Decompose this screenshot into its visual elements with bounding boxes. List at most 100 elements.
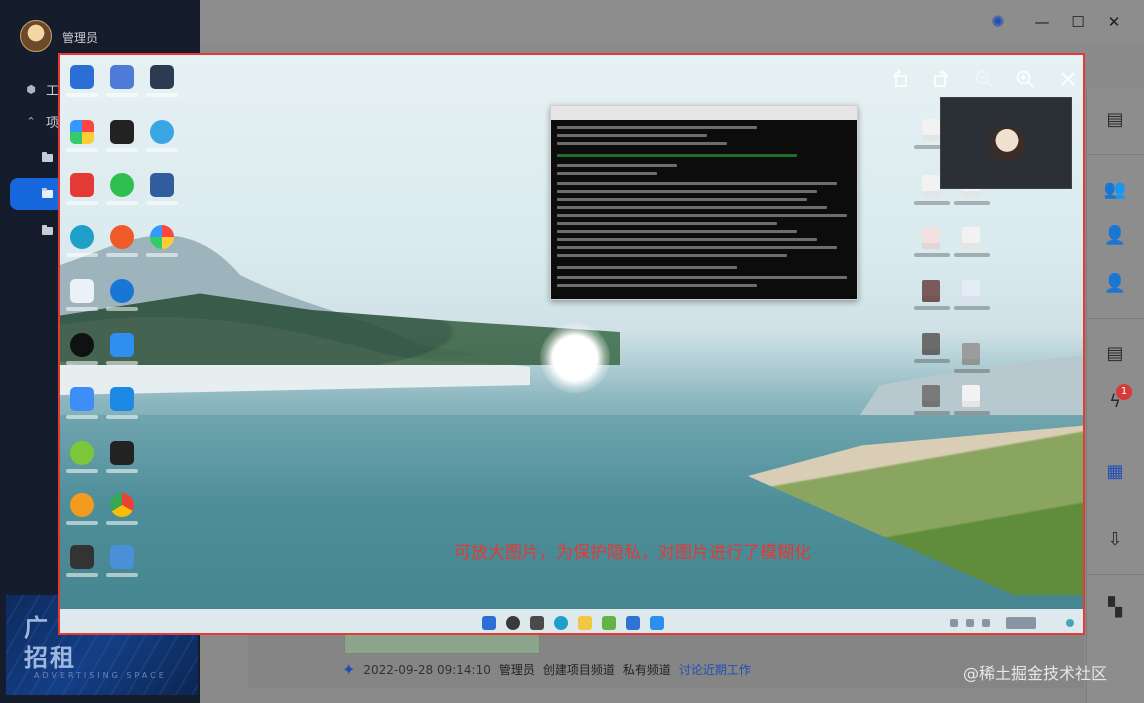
app-icon (106, 545, 138, 577)
feed-action: 创建项目频道 (542, 663, 615, 677)
feed-channel-link[interactable]: 讨论近期工作 (679, 661, 751, 678)
feed-channel-type: 私有频道 (622, 663, 671, 677)
username: 管理员 (62, 31, 99, 45)
feed-actor: 管理员 (498, 663, 535, 677)
terminal-line (557, 214, 847, 217)
document-icon[interactable]: ▤ (1103, 108, 1127, 132)
image-viewer[interactable]: 可放大图片，为保护隐私，对图片进行了模糊化 (58, 53, 1085, 635)
file-icon (914, 280, 950, 310)
zoom-out-icon[interactable] (972, 67, 996, 91)
app-icon (146, 173, 178, 205)
desktop-taskbar (60, 609, 1083, 633)
app-icon (106, 120, 138, 152)
avatar[interactable] (20, 20, 52, 52)
rotate-left-icon[interactable] (888, 67, 912, 91)
close-icon[interactable] (1056, 67, 1080, 91)
divider (1087, 318, 1144, 319)
app-icon (66, 387, 98, 419)
terminal-line (557, 164, 677, 167)
terminal-line (557, 206, 827, 209)
app-icon (66, 173, 98, 205)
app-icon (106, 333, 138, 365)
terminal-window (550, 105, 858, 300)
app-icon (66, 441, 98, 473)
minimize-icon[interactable]: — (1030, 10, 1054, 34)
chevron-up-icon: ⌃ (26, 115, 36, 128)
right-rail: ▤ 👥 👤 👤 ▤ ϟ ▦ ⇩ ▚ (1086, 88, 1144, 703)
terminal-line (557, 230, 797, 233)
folder-icon (42, 188, 53, 198)
sidebar-item-workbench[interactable]: ⬢ 工 (24, 80, 59, 99)
bug-icon[interactable]: ✺ (986, 10, 1010, 34)
title-bar: ✺ — ☐ ✕ (200, 0, 1144, 44)
task-icon[interactable]: ▦ (1103, 460, 1127, 484)
tray-icon (982, 619, 990, 627)
ad-caption: ADVERTISING SPACE (34, 671, 167, 680)
video-participant (989, 126, 1025, 162)
task-view-icon (530, 616, 544, 630)
download-icon[interactable]: ⇩ (1103, 528, 1127, 552)
terminal-line (557, 198, 807, 201)
file-icon (914, 175, 950, 205)
sidebar-item-projects[interactable]: ⌃ 项 (24, 112, 59, 131)
terminal-line (557, 222, 777, 225)
app-icon (66, 225, 98, 257)
file-icon (954, 343, 990, 373)
terminal-line (557, 134, 707, 137)
users-icon[interactable]: 👥 (1103, 178, 1127, 202)
file-icon (954, 280, 990, 310)
app-icon (106, 441, 138, 473)
file-icon (914, 227, 950, 257)
app-icon (106, 279, 138, 311)
user-add-icon[interactable]: 👤 (1103, 224, 1127, 248)
notification-icon (1066, 619, 1074, 627)
terminal-line (557, 142, 727, 145)
app-icon (106, 65, 138, 97)
tray-icon (950, 619, 958, 627)
terminal-line (557, 284, 757, 287)
terminal-line (557, 172, 657, 175)
terminal-line (557, 266, 737, 269)
sun (540, 323, 610, 393)
app-icon (66, 65, 98, 97)
folder-icon[interactable] (42, 225, 53, 235)
file-icon (914, 385, 950, 415)
terminal-line (557, 246, 837, 249)
app-icon (106, 225, 138, 257)
app-icon (602, 616, 616, 630)
start-icon (482, 616, 496, 630)
video-call-tile (940, 97, 1072, 189)
file-icon (954, 385, 990, 415)
terminal-line (557, 190, 817, 193)
maximize-icon[interactable]: ☐ (1066, 10, 1090, 34)
app-icon (626, 616, 640, 630)
terminal-line (557, 182, 837, 185)
tray-icon (966, 619, 974, 627)
feed-message: ✦ 2022-09-28 09:14:10 管理员 创建项目频道 私有频道 讨论… (342, 660, 751, 679)
app-icon (146, 225, 178, 257)
file-icon (954, 227, 990, 257)
cube-icon: ⬢ (26, 83, 36, 96)
close-icon[interactable]: ✕ (1102, 10, 1126, 34)
folder-icon (578, 616, 592, 630)
user-check-icon[interactable]: 👤 (1103, 272, 1127, 296)
apps-icon[interactable]: ▚ (1103, 596, 1127, 620)
app-icon (146, 120, 178, 152)
rotate-right-icon[interactable] (929, 67, 953, 91)
feed-app-icon: ✦ (342, 660, 356, 679)
folder-icon[interactable] (42, 152, 53, 162)
zoom-in-icon[interactable] (1013, 67, 1037, 91)
app-icon (650, 616, 664, 630)
divider (1087, 154, 1144, 155)
notification-badge: 1 (1116, 384, 1132, 400)
app-icon (66, 493, 98, 525)
terminal-line (557, 154, 797, 157)
terminal-line (557, 276, 847, 279)
app-icon (66, 545, 98, 577)
watermark: @稀土掘金技术社区 (963, 664, 1108, 683)
note-icon[interactable]: ▤ (1103, 342, 1127, 366)
app-icon (66, 333, 98, 365)
clock (1006, 617, 1036, 629)
viewer-notice: 可放大图片，为保护隐私，对图片进行了模糊化 (454, 543, 811, 563)
app-icon (106, 493, 138, 525)
